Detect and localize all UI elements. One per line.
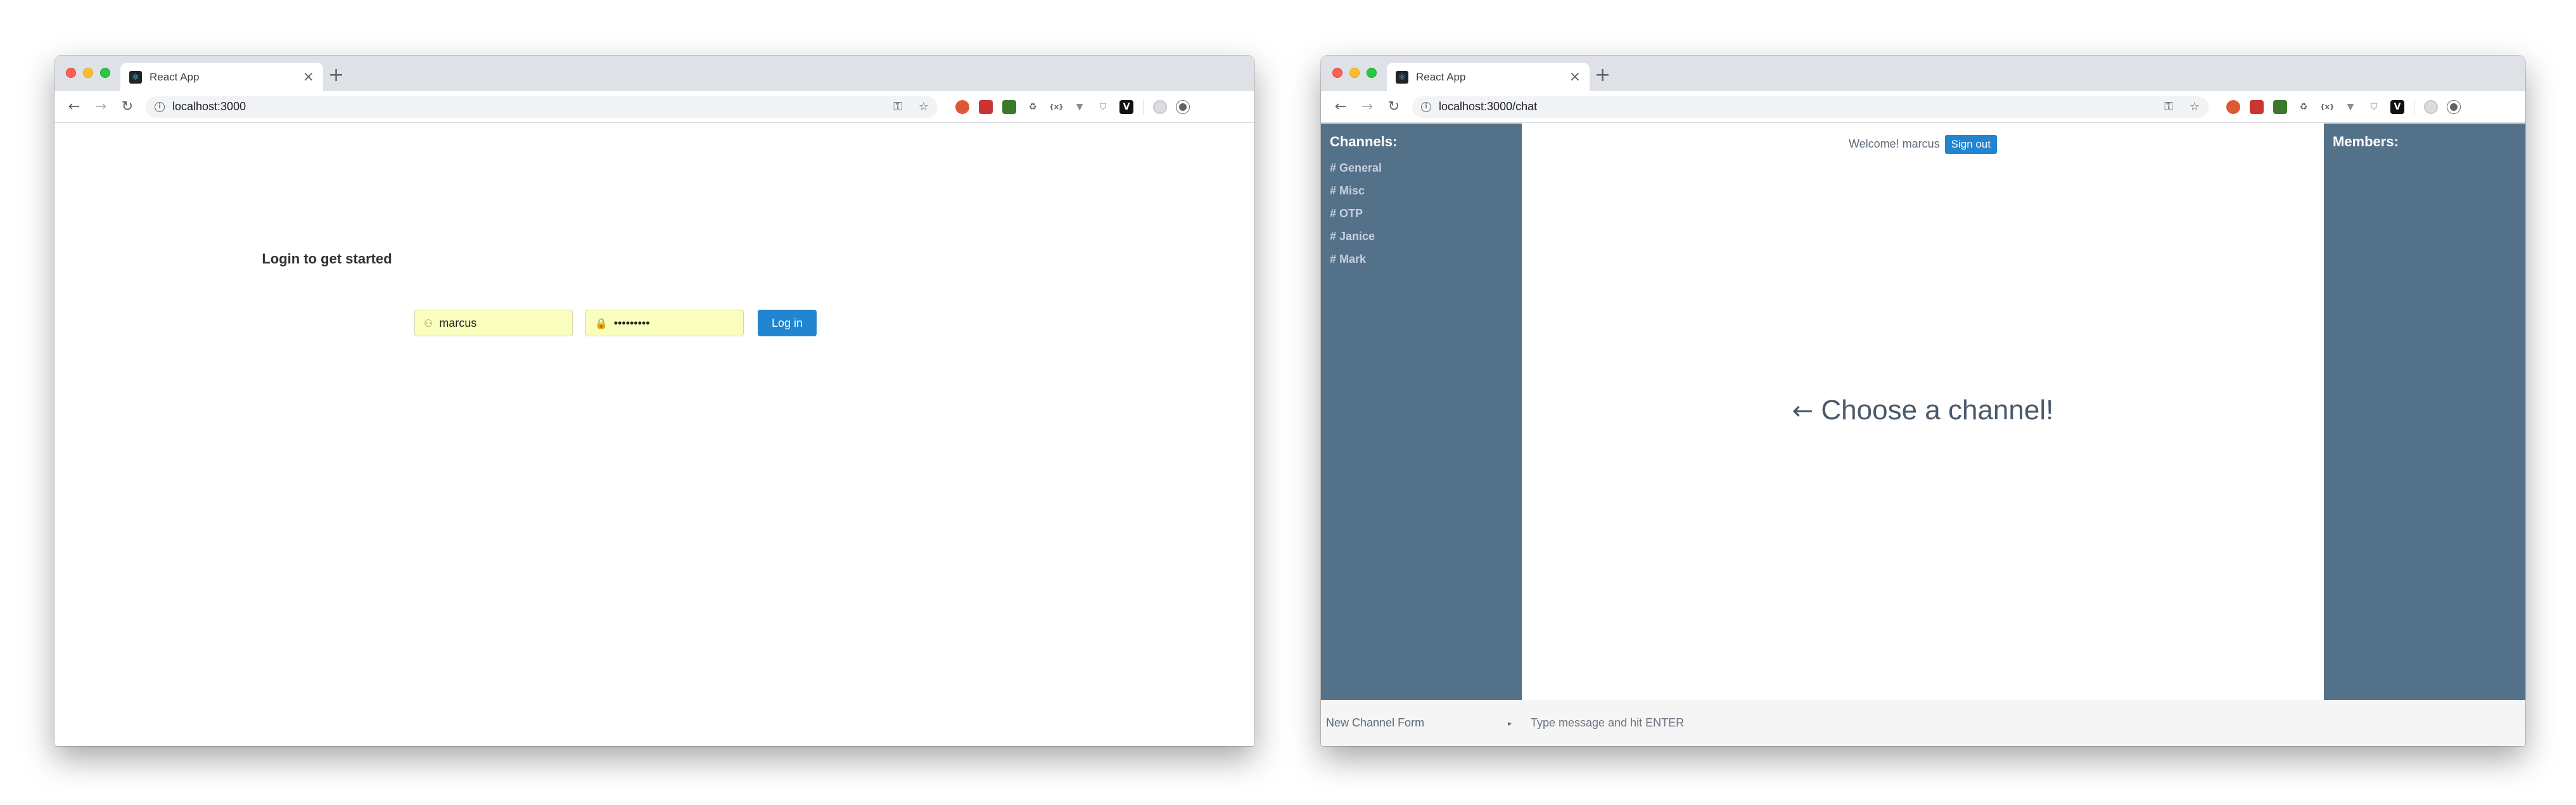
duckduckgo-extension-icon[interactable] [2226, 99, 2240, 114]
browser-toolbar: ← → ↻ i localhost:3000 ⚿ ☆ ♻ {x} ▼ ⛉ V [54, 91, 1254, 123]
key-icon[interactable]: ⚿ [2164, 100, 2173, 113]
extensions-bar: ♻ {x} ▼ ⛉ V [2226, 99, 2460, 115]
channel-item-otp[interactable]: # OTP [1330, 202, 1513, 225]
address-bar[interactable]: i localhost:3000/chat ⚿ ☆ [1412, 96, 2209, 118]
forward-arrow-icon[interactable]: → [1354, 99, 1380, 115]
new-channel-label[interactable]: New Channel Form [1326, 716, 1508, 730]
reload-icon[interactable]: ↻ [1380, 99, 1407, 115]
code-extension-icon[interactable]: {x} [1049, 99, 1064, 114]
login-heading: Login to get started [262, 251, 392, 267]
sign-out-button[interactable]: Sign out [1944, 135, 1998, 154]
vimeo-extension-icon[interactable]: V [2390, 99, 2404, 114]
choose-channel-prompt: ← Choose a channel! [1522, 395, 2324, 426]
chat-page: Channels: # General # Misc # OTP # Janic… [1321, 124, 2525, 746]
key-icon[interactable]: ⚿ [893, 100, 902, 113]
vue-extension-icon[interactable]: ▼ [2343, 99, 2357, 114]
profile-avatar-icon[interactable] [2424, 99, 2438, 114]
shield-extension-icon[interactable]: ⛉ [1096, 99, 1110, 114]
login-form: ⚇ 🔒 Log in [414, 310, 817, 336]
address-bar[interactable]: i localhost:3000 ⚿ ☆ [146, 96, 938, 118]
vimeo-extension-icon[interactable]: V [1119, 99, 1133, 114]
caret-right-icon[interactable]: ▸ [1508, 719, 1512, 728]
minimize-window-button[interactable] [1349, 68, 1360, 78]
bottom-bar: New Channel Form ▸ [1321, 700, 2525, 746]
star-icon[interactable]: ☆ [919, 100, 929, 113]
extension-red-icon[interactable] [979, 99, 993, 114]
message-input[interactable] [1522, 700, 2525, 746]
channel-item-mark[interactable]: # Mark [1330, 248, 1513, 270]
extension-green-icon[interactable] [2273, 99, 2287, 114]
recycle-extension-icon[interactable]: ♻ [2297, 99, 2311, 114]
extension-red-icon[interactable] [2250, 99, 2264, 114]
new-tab-icon[interactable]: + [1595, 64, 1610, 86]
toolbar-separator [1143, 99, 1144, 115]
star-icon[interactable]: ☆ [2190, 100, 2200, 113]
close-tab-icon[interactable]: × [1569, 69, 1581, 85]
tab-strip: ⚛ React App × + [54, 56, 1254, 91]
reload-icon[interactable]: ↻ [114, 99, 141, 115]
shield-extension-icon[interactable]: ⛉ [2367, 99, 2381, 114]
channels-sidebar: Channels: # General # Misc # OTP # Janic… [1321, 124, 1522, 700]
members-heading: Members: [2333, 134, 2399, 149]
url-text[interactable]: localhost:3000/chat [1439, 100, 2148, 113]
channel-item-general[interactable]: # General [1330, 156, 1513, 179]
window-controls [1332, 68, 1377, 78]
channels-heading: Channels: [1330, 134, 1398, 149]
members-sidebar: Members: [2324, 124, 2525, 700]
react-favicon-icon: ⚛ [1396, 70, 1408, 84]
username-input[interactable] [439, 316, 560, 330]
login-page: Login to get started ⚇ 🔒 Log in [54, 124, 1254, 746]
chat-main-area: Welcome! marcus Sign out ← Choose a chan… [1522, 124, 2324, 700]
password-field[interactable]: 🔒 [585, 310, 744, 336]
menu-icon[interactable] [2447, 100, 2460, 113]
forward-arrow-icon[interactable]: → [87, 99, 114, 115]
channel-item-misc[interactable]: # Misc [1330, 179, 1513, 202]
tab-strip: ⚛ React App × + [1321, 56, 2525, 91]
url-text[interactable]: localhost:3000 [172, 100, 877, 113]
react-favicon-icon: ⚛ [129, 70, 142, 84]
lock-icon: 🔒 [595, 317, 608, 329]
login-button[interactable]: Log in [758, 310, 817, 336]
vue-extension-icon[interactable]: ▼ [1073, 99, 1087, 114]
welcome-bar: Welcome! marcus Sign out [1522, 135, 2324, 154]
maximize-window-button[interactable] [1367, 68, 1377, 78]
extensions-bar: ♻ {x} ▼ ⛉ V [955, 99, 1189, 115]
arrow-left-icon: ← [1792, 396, 1814, 426]
browser-tab[interactable]: ⚛ React App × [120, 63, 323, 91]
close-window-button[interactable] [66, 68, 76, 78]
menu-icon[interactable] [1176, 100, 1189, 113]
browser-tab[interactable]: ⚛ React App × [1387, 63, 1590, 91]
recycle-extension-icon[interactable]: ♻ [1026, 99, 1040, 114]
maximize-window-button[interactable] [100, 68, 110, 78]
new-channel-form[interactable]: New Channel Form ▸ [1321, 700, 1522, 746]
minimize-window-button[interactable] [83, 68, 93, 78]
password-input[interactable] [613, 316, 734, 330]
info-icon[interactable]: i [155, 101, 165, 112]
profile-avatar-icon[interactable] [1153, 99, 1167, 114]
extension-green-icon[interactable] [1002, 99, 1016, 114]
back-arrow-icon[interactable]: ← [1327, 99, 1354, 115]
username-field[interactable]: ⚇ [414, 310, 573, 336]
new-tab-icon[interactable]: + [328, 64, 344, 86]
duckduckgo-extension-icon[interactable] [955, 99, 969, 114]
tab-title: React App [150, 70, 200, 83]
browser-toolbar: ← → ↻ i localhost:3000/chat ⚿ ☆ ♻ {x} ▼ … [1321, 91, 2525, 123]
browser-window-chat: ⚛ React App × + ← → ↻ i localhost:3000/c… [1321, 56, 2525, 746]
window-controls [66, 68, 110, 78]
info-icon[interactable]: i [1421, 101, 1431, 112]
user-icon: ⚇ [424, 317, 433, 329]
browser-window-login: ⚛ React App × + ← → ↻ i localhost:3000 ⚿… [54, 56, 1254, 746]
choose-channel-text: Choose a channel! [1821, 395, 2054, 426]
tab-title: React App [1416, 70, 1466, 83]
back-arrow-icon[interactable]: ← [61, 99, 87, 115]
channel-item-janice[interactable]: # Janice [1330, 225, 1513, 248]
close-window-button[interactable] [1332, 68, 1342, 78]
code-extension-icon[interactable]: {x} [2320, 99, 2335, 114]
welcome-text: Welcome! marcus [1848, 137, 1940, 150]
close-tab-icon[interactable]: × [303, 69, 314, 85]
